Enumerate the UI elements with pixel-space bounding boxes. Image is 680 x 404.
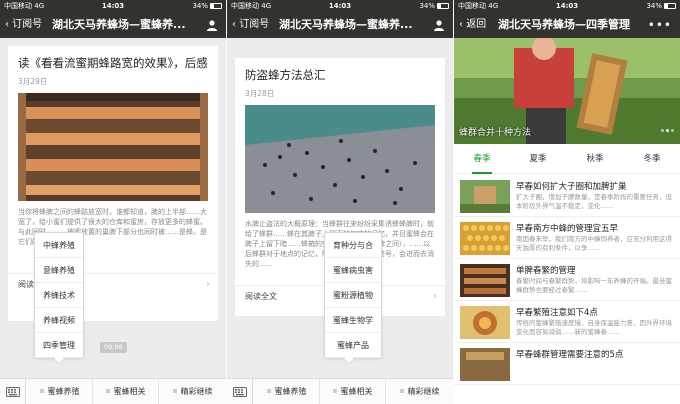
- menu-dot-icon: [332, 389, 337, 393]
- status-bar: 中国移动 4G 14:03 34%: [454, 0, 680, 12]
- nav-title: 湖北天马养蜂场—蜜蜂养...: [52, 18, 186, 31]
- nav-bar: ‹ 返回 湖北天马养蜂场—四季管理 •••: [454, 12, 680, 38]
- menu-button-more[interactable]: 精彩继续: [386, 379, 453, 404]
- banner-carousel[interactable]: 蜂群合并十种方法: [454, 38, 680, 144]
- menu-dot-icon: [105, 389, 110, 393]
- article-summary: 扩大子圈，增加子脾数量，是春季阶段的重要任务，但本阶段外界气温不稳定，变化……: [516, 193, 672, 210]
- article-summary: 春繁时间与春繁群势，将影响一年养蜂的开端。最佳蜜蜂群势也要经过春繁……: [516, 277, 672, 294]
- status-bar: 中国移动 4G 14:03 34%: [227, 0, 453, 12]
- battery-icon: [210, 3, 222, 9]
- article-title: 防盗蜂方法总汇: [245, 68, 326, 82]
- list-item[interactable]: 早春如何扩大子圈和加脾扩巢 扩大子圈，增加子脾数量，是春季阶段的重要任务，但本阶…: [454, 175, 680, 217]
- submenu-item[interactable]: 育种分与合: [325, 233, 381, 258]
- chevron-right-icon: ›: [433, 291, 437, 302]
- article-summary: [516, 361, 676, 379]
- article-thumbnail: [460, 180, 510, 213]
- beehive-frames-image: [18, 93, 208, 201]
- tab-spring[interactable]: 春季: [454, 144, 510, 174]
- more-options-icon[interactable]: •••: [648, 12, 672, 38]
- carousel-indicator: [659, 117, 674, 136]
- article-title: 早春南方中蜂的管理宜五早: [516, 224, 619, 234]
- season-tabs: 春季 夏季 秋季 冬季: [454, 144, 680, 174]
- article-list: 早春如何扩大子圈和加脾扩巢 扩大子圈，增加子脾数量，是春季阶段的重要任务，但本阶…: [454, 175, 680, 385]
- phone-screen-3: 中国移动 4G 14:03 34% ‹ 返回 湖北天马养蜂场—四季管理 ••• …: [454, 0, 680, 404]
- tab-autumn[interactable]: 秋季: [567, 144, 623, 174]
- submenu-item[interactable]: 意蜂养殖: [35, 258, 83, 283]
- person-icon[interactable]: [206, 19, 218, 31]
- tab-summer[interactable]: 夏季: [510, 144, 566, 174]
- submenu-item[interactable]: 养蜂视频: [35, 308, 83, 333]
- back-button[interactable]: ‹ 返回: [459, 12, 486, 38]
- back-button[interactable]: ‹ 订阅号: [5, 12, 42, 38]
- article-date: 3月29日: [18, 77, 48, 86]
- battery-icon: [664, 3, 676, 9]
- menu-dot-icon: [266, 389, 271, 393]
- keyboard-toggle[interactable]: [227, 379, 253, 404]
- chevron-right-icon: ›: [206, 279, 210, 290]
- battery-indicator: 34%: [646, 0, 676, 12]
- menu-button-bee-related[interactable]: 蜜蜂相关: [320, 379, 386, 404]
- person-icon[interactable]: [433, 19, 445, 31]
- menu-dot-icon: [399, 389, 404, 393]
- nav-title: 湖北天马养蜂场—四季管理: [498, 18, 630, 31]
- chevron-left-icon: ‹: [5, 19, 9, 30]
- back-button[interactable]: ‹ 订阅号: [232, 12, 269, 38]
- keyboard-toggle[interactable]: [0, 379, 26, 404]
- menu-button-bee-farming[interactable]: 蜜蜂养殖: [254, 379, 320, 404]
- list-item[interactable]: 单脾春繁的管理 春繁时间与春繁群势，将影响一年养蜂的开端。最佳蜜蜂群势也要经过春…: [454, 259, 680, 301]
- submenu-item[interactable]: 蜜蜂产品: [325, 333, 381, 358]
- article-title: 单脾春繁的管理: [516, 266, 576, 276]
- article-title: 读《看看流蜜期蜂路宽的效果》，后感: [18, 56, 208, 70]
- submenu-popup: 中蜂养殖 意蜂养殖 养蜂技术 养蜂视频 四季管理: [34, 232, 84, 365]
- tab-winter[interactable]: 冬季: [624, 144, 680, 174]
- menu-dot-icon: [172, 389, 177, 393]
- submenu-item[interactable]: 蜜蜂病虫害: [325, 258, 381, 283]
- bees-on-hive-image: [245, 105, 435, 213]
- article-thumbnail: [460, 348, 510, 381]
- submenu-item[interactable]: 养蜂技术: [35, 283, 83, 308]
- list-item[interactable]: 早春蜂群管理需要注意的5点: [454, 343, 680, 385]
- battery-indicator: 34%: [192, 0, 222, 12]
- bottom-menu-bar: 蜜蜂养殖 蜜蜂相关 精彩继续: [227, 378, 453, 404]
- article-title: 早春蜂群管理需要注意的5点: [516, 350, 624, 360]
- menu-dot-icon: [39, 389, 44, 393]
- submenu-item[interactable]: 蜜粉源植物: [325, 283, 381, 308]
- message-time: 09:08: [100, 342, 127, 353]
- submenu-item[interactable]: 中蜂养殖: [35, 233, 83, 258]
- article-summary: 南国春来早，我们南方的中蜂饲养者，应充分利用这得天独厚的有利条件，以争……: [516, 235, 672, 252]
- menu-button-bee-farming[interactable]: 蜜蜂养殖: [27, 379, 93, 404]
- menu-button-more[interactable]: 精彩继续: [159, 379, 226, 404]
- chevron-left-icon: ‹: [232, 19, 236, 30]
- menu-button-bee-related[interactable]: 蜜蜂相关: [93, 379, 159, 404]
- bottom-menu-bar: 蜜蜂养殖 蜜蜂相关 精彩继续: [0, 378, 226, 404]
- submenu-popup: 育种分与合 蜜蜂病虫害 蜜粉源植物 蜜蜂生物学 蜜蜂产品: [324, 232, 382, 365]
- banner-caption: 蜂群合并十种方法: [459, 128, 532, 138]
- submenu-item[interactable]: 蜜蜂生物学: [325, 308, 381, 333]
- nav-title: 湖北天马养蜂场—蜜蜂养...: [279, 18, 413, 31]
- battery-indicator: 34%: [419, 0, 449, 12]
- list-item[interactable]: 早春南方中蜂的管理宜五早 南国春来早，我们南方的中蜂饲养者，应充分利用这得天独厚…: [454, 217, 680, 259]
- article-thumbnail: [460, 306, 510, 339]
- phone-screen-2: 中国移动 4G 14:03 34% ‹ 订阅号 湖北天马养蜂场—蜜蜂养... 防…: [227, 0, 453, 404]
- article-title: 早春如何扩大子圈和加脾扩巢: [516, 182, 627, 192]
- article-thumbnail: [460, 222, 510, 255]
- nav-bar: ‹ 订阅号 湖北天马养蜂场—蜜蜂养...: [0, 12, 226, 38]
- article-title: 早春繁殖注意如下4点: [516, 308, 598, 318]
- chevron-left-icon: ‹: [459, 19, 463, 30]
- article-summary: 传统的蜜蜂繁殖速度慢，自身保温能力差，因外界环境变化而容易减弱……新的蜜蜂春……: [516, 319, 672, 336]
- article-thumbnail: [460, 264, 510, 297]
- article-date: 3月28日: [245, 89, 275, 98]
- list-item[interactable]: 早春繁殖注意如下4点 传统的蜜蜂繁殖速度慢，自身保温能力差，因外界环境变化而容易…: [454, 301, 680, 343]
- phone-screen-1: 中国移动 4G 14:03 34% ‹ 订阅号 湖北天马养蜂场—蜜蜂养... 读…: [0, 0, 226, 404]
- keyboard-icon: [233, 387, 247, 397]
- nav-bar: ‹ 订阅号 湖北天马养蜂场—蜜蜂养...: [227, 12, 453, 38]
- keyboard-icon: [6, 387, 20, 397]
- battery-icon: [437, 3, 449, 9]
- status-bar: 中国移动 4G 14:03 34%: [0, 0, 226, 12]
